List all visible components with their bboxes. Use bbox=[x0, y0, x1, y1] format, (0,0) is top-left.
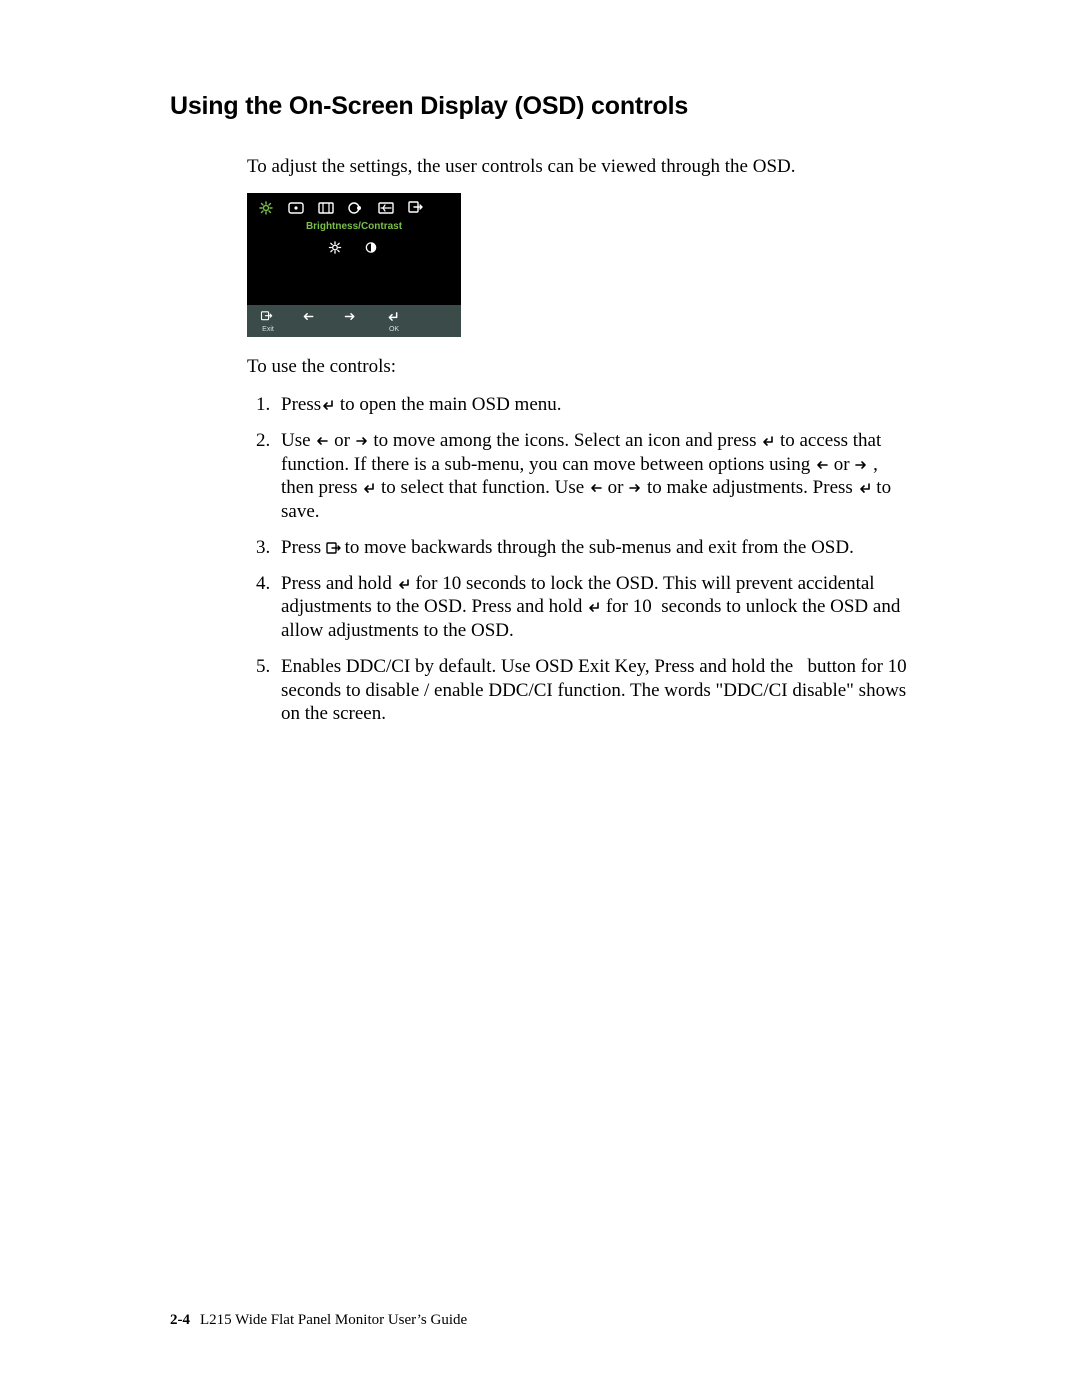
osd-top-icons bbox=[247, 193, 461, 219]
text: to move backwards through the sub-menus … bbox=[340, 537, 854, 558]
exit-icon bbox=[326, 542, 340, 554]
osd-ok-hint: OK bbox=[385, 311, 403, 333]
osd-title: Brightness/Contrast bbox=[247, 219, 461, 238]
enter-icon bbox=[362, 482, 376, 494]
text: to select that function. Use bbox=[376, 477, 589, 498]
document-title: L215 Wide Flat Panel Monitor User’s Guid… bbox=[200, 1312, 467, 1328]
enter-icon bbox=[397, 578, 411, 590]
enter-icon bbox=[587, 601, 601, 613]
text: to make adjustments. Press bbox=[642, 477, 857, 498]
osd-exit-hint: Exit bbox=[259, 311, 277, 333]
osd-right-hint bbox=[343, 311, 361, 333]
options-icon bbox=[377, 201, 395, 215]
step-4: Press and hold for 10 seconds to lock th… bbox=[275, 572, 910, 643]
section-heading: Using the On-Screen Display (OSD) contro… bbox=[170, 92, 910, 121]
enter-icon bbox=[761, 435, 775, 447]
right-arrow-icon bbox=[628, 482, 642, 494]
page-number: 2-4 bbox=[170, 1312, 190, 1328]
left-arrow-icon bbox=[315, 435, 329, 447]
brightness-icon bbox=[257, 201, 275, 215]
osd-ok-label: OK bbox=[389, 326, 399, 333]
text: Press and hold bbox=[281, 573, 397, 594]
osd-exit-label: Exit bbox=[262, 326, 274, 333]
left-arrow-icon bbox=[301, 311, 319, 325]
enter-icon bbox=[321, 399, 335, 411]
text: Use bbox=[281, 430, 315, 451]
left-arrow-icon bbox=[589, 482, 603, 494]
text: or bbox=[829, 454, 854, 475]
osd-bottom-bar: Exit OK bbox=[247, 305, 461, 337]
text: or bbox=[603, 477, 628, 498]
instruction-list: Press to open the main OSD menu. Use or … bbox=[247, 393, 910, 726]
text: or bbox=[329, 430, 354, 451]
enter-icon bbox=[858, 482, 872, 494]
right-arrow-icon bbox=[343, 311, 361, 325]
sub-brightness-icon bbox=[327, 241, 345, 255]
image-setup-icon bbox=[317, 201, 335, 215]
left-arrow-icon bbox=[815, 459, 829, 471]
exit-icon bbox=[407, 201, 425, 215]
text: to move among the icons. Select an icon … bbox=[369, 430, 762, 451]
step-2: Use or to move among the icons. Select a… bbox=[275, 429, 910, 524]
text: Press bbox=[281, 537, 326, 558]
color-icon bbox=[347, 201, 365, 215]
text: to open the main OSD menu. bbox=[335, 394, 561, 415]
enter-icon bbox=[385, 311, 403, 325]
sub-contrast-icon bbox=[363, 241, 381, 255]
osd-left-hint bbox=[301, 311, 319, 333]
exit-icon bbox=[259, 311, 277, 325]
osd-panel: Brightness/Contrast Exit bbox=[247, 193, 461, 338]
right-arrow-icon bbox=[355, 435, 369, 447]
step-1: Press to open the main OSD menu. bbox=[275, 393, 910, 417]
section-content: To adjust the settings, the user control… bbox=[170, 155, 910, 726]
page-footer: 2-4 L215 Wide Flat Panel Monitor User’s G… bbox=[170, 1312, 467, 1329]
text: Enables DDC/CI by default. Use OSD Exit … bbox=[281, 656, 907, 725]
step-3: Press to move backwards through the sub-… bbox=[275, 536, 910, 560]
document-page: Using the On-Screen Display (OSD) contro… bbox=[0, 0, 1080, 1397]
position-icon bbox=[287, 201, 305, 215]
lead-paragraph: To use the controls: bbox=[247, 355, 910, 379]
right-arrow-icon bbox=[854, 459, 868, 471]
step-5: Enables DDC/CI by default. Use OSD Exit … bbox=[275, 655, 910, 726]
intro-paragraph: To adjust the settings, the user control… bbox=[247, 155, 910, 179]
osd-sub-icons bbox=[247, 237, 461, 257]
text: Press bbox=[281, 394, 321, 415]
osd-body bbox=[247, 257, 461, 305]
